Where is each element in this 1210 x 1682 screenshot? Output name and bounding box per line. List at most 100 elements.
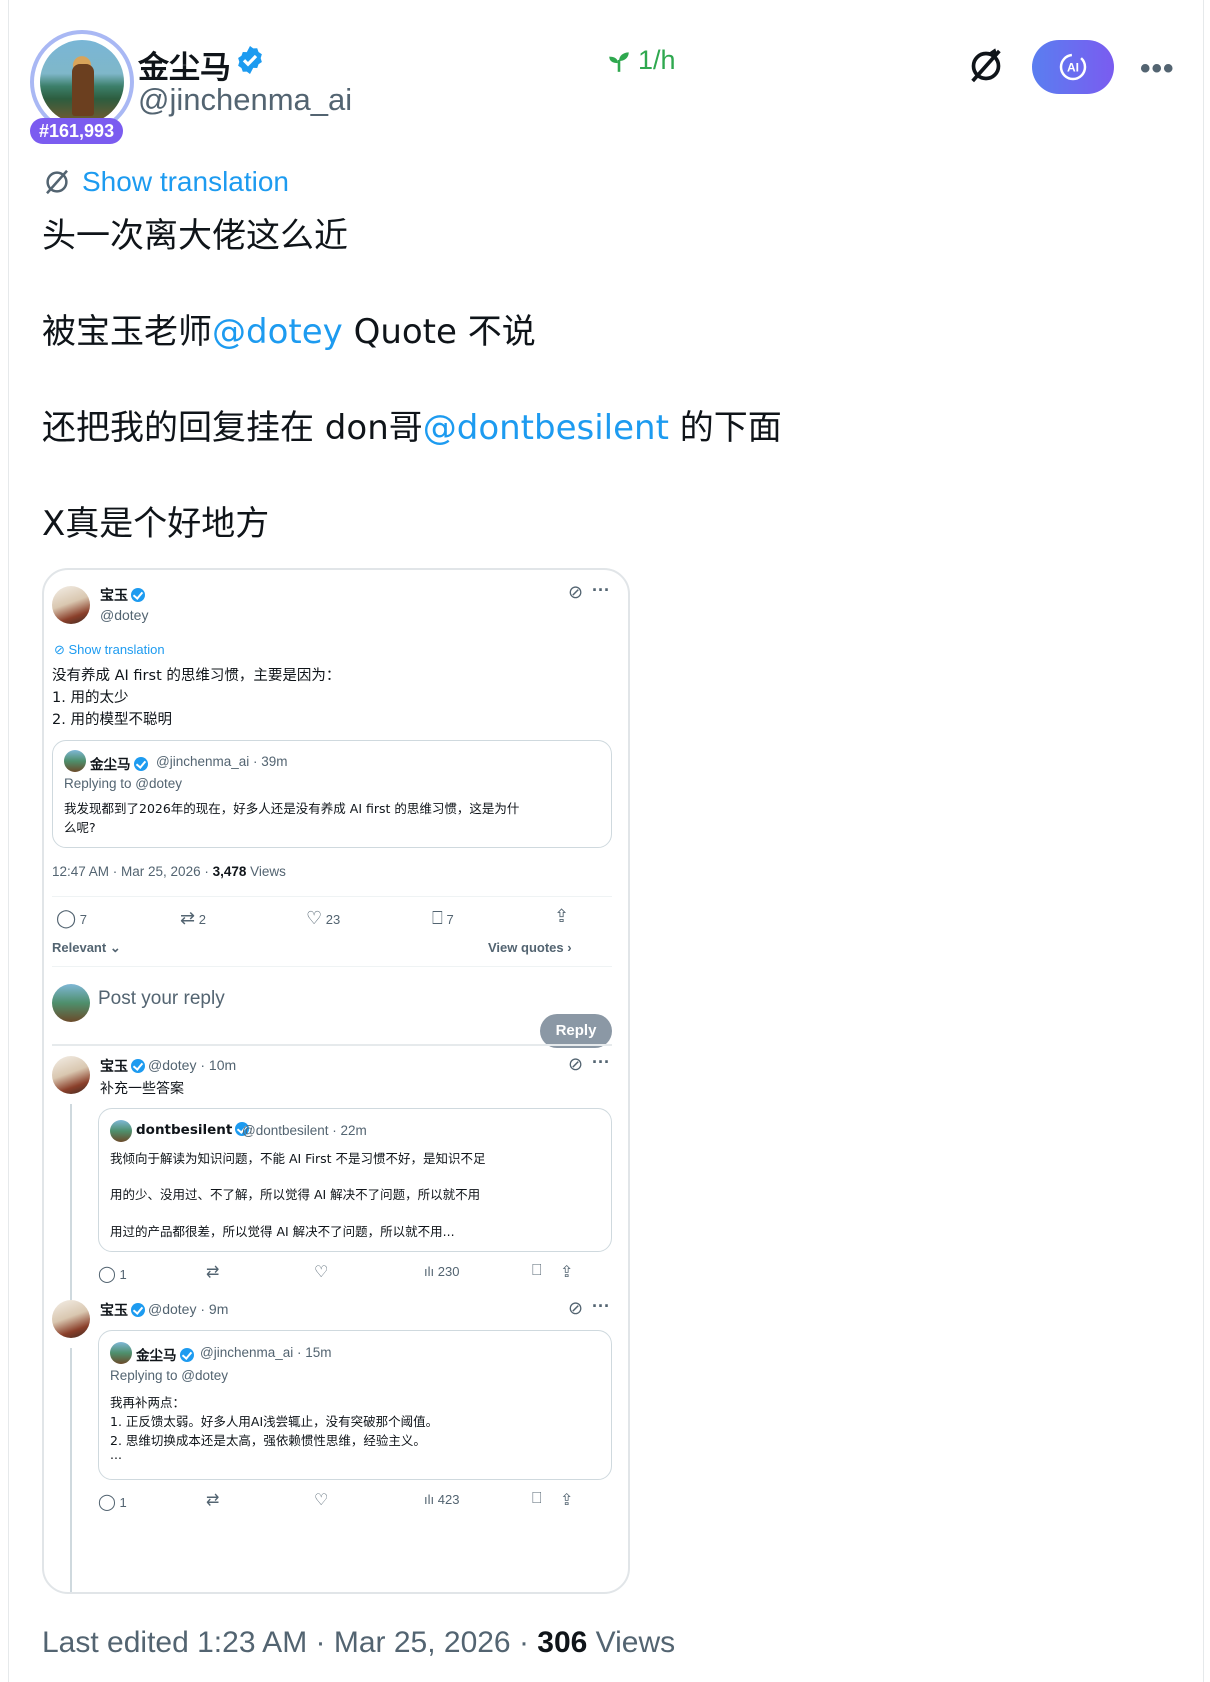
reply-stat: ◯ 1: [98, 1494, 127, 1511]
translate-icon: ⊘: [568, 1054, 584, 1074]
post-line-3: 还把我的回复挂在 don哥@dontbesilent 的下面: [42, 400, 782, 449]
views-stat: ılı 423: [424, 1492, 460, 1507]
verified-icon: [131, 1303, 145, 1317]
translate-icon: ⊘: [568, 582, 584, 602]
share-icon: ⇪: [560, 1264, 574, 1281]
reply-stat: ◯ 1: [98, 1266, 127, 1283]
translate-icon[interactable]: [966, 46, 1006, 86]
bookmark-icon: ⎕: [532, 1490, 542, 1507]
repost-icon: ⇄: [206, 1492, 220, 1509]
quote2-author-name: 金尘马: [136, 1344, 194, 1364]
thread-line: [70, 1348, 72, 1592]
thread-line: [70, 1104, 72, 1300]
more-options-icon: ···: [592, 1052, 610, 1072]
quoted-meta: @jinchenma_ai · 39m: [156, 754, 288, 769]
divider: [52, 896, 612, 897]
translate-icon: [46, 169, 68, 195]
rank-badge: #161,993: [30, 118, 124, 144]
more-options-icon: ···: [592, 1296, 610, 1316]
views-stat: ılı 230: [424, 1264, 460, 1279]
post-rate: 1/h: [606, 45, 676, 76]
post-footer: Last edited 1:23 AM · Mar 25, 2026 · 306…: [42, 1626, 675, 1660]
mention-dotey[interactable]: @dotey: [212, 312, 343, 352]
like-icon: ♡: [314, 1264, 329, 1281]
avatar: [52, 984, 90, 1022]
attached-screenshot[interactable]: 宝玉 @dotey ⊘ ··· ⊘ Show translation 没有养成 …: [42, 568, 630, 1594]
reply1-meta: @dotey · 10m: [148, 1057, 237, 1073]
quote1-meta: @dontbesilent · 22m: [242, 1123, 367, 1138]
ai-icon: AI: [1059, 53, 1087, 81]
views-count: 306: [537, 1626, 588, 1659]
view-quotes-link: View quotes ›: [488, 940, 572, 955]
quote1-author-name: dontbesilent: [136, 1122, 250, 1138]
reply-placeholder: Post your reply: [98, 988, 225, 1009]
quoted-author-name: 金尘马: [90, 753, 148, 773]
bookmark-icon: ⎕: [532, 1262, 542, 1279]
mention-dontbesilent[interactable]: @dontbesilent: [423, 408, 669, 448]
avatar: [110, 1120, 132, 1142]
more-options-icon[interactable]: •••: [1140, 52, 1175, 86]
svg-text:AI: AI: [1067, 61, 1079, 75]
share-icon: ⇪: [554, 906, 570, 926]
like-icon: ♡: [314, 1492, 329, 1509]
quote1-text-3: 用过的产品都很差，所以觉得 AI 解决不了问题，所以就不用...: [110, 1224, 455, 1239]
post-line-1: 头一次离大佬这么近: [42, 216, 348, 256]
show-translation-link: ⊘ Show translation: [54, 642, 165, 657]
show-translation-label: Show translation: [82, 166, 290, 197]
repost-icon: ⇄: [206, 1264, 220, 1281]
reply2-meta: @dotey · 9m: [148, 1301, 229, 1317]
post-text: 的下面: [668, 408, 782, 448]
share-icon: ⇪: [560, 1492, 574, 1509]
quoted-replying: Replying to @dotey: [64, 776, 183, 791]
post-text: Quote 不说: [342, 312, 536, 352]
repost-stat: ⇄ 2: [180, 908, 206, 928]
screenshot-text-3: 2. 用的模型不聪明: [52, 712, 172, 728]
rate-text: 1/h: [638, 45, 676, 75]
quoted-text-2: 么呢?: [64, 820, 96, 835]
quote2-text-2: 1. 正反馈太弱。好多人用AI浅尝辄止，没有突破那个阈值。: [110, 1414, 439, 1429]
handle[interactable]: @jinchenma_ai: [138, 82, 352, 118]
reply1-text: 补充一些答案: [100, 1081, 184, 1097]
reply2-author-name: 宝玉: [100, 1300, 145, 1320]
verified-icon: [131, 1059, 145, 1073]
verified-icon: [179, 1348, 194, 1362]
like-stat: ♡ 23: [306, 908, 341, 928]
avatar: [110, 1342, 132, 1364]
screenshot-text-2: 1. 用的太少: [52, 690, 129, 706]
views-label: Views: [587, 1626, 676, 1659]
quote1-text-2: 用的少、没用过、不了解，所以觉得 AI 解决不了问题，所以就不用: [110, 1187, 481, 1202]
avatar[interactable]: [40, 40, 124, 124]
ai-button[interactable]: AI: [1032, 40, 1114, 94]
avatar: [52, 1300, 90, 1338]
screenshot-author-handle: @dotey: [100, 607, 149, 623]
quoted-text-1: 我发现都到了2026年的现在，好多人还是没有养成 AI first 的思维习惯，…: [64, 801, 520, 816]
bookmark-stat: ⎕ 7: [432, 908, 454, 928]
quote1-text-1: 我倾向于解读为知识问题，不能 AI First 不是习惯不好，是知识不足: [110, 1151, 486, 1166]
divider: [52, 1044, 612, 1046]
translate-icon: ⊘: [568, 1298, 584, 1318]
post-line-4: X真是个好地方: [42, 504, 270, 544]
divider: [52, 966, 612, 967]
post-text: 还把我的回复挂在 don哥: [42, 408, 423, 448]
quote2-text-1: 我再补两点：: [110, 1395, 186, 1410]
screenshot-timestamp: 12:47 AM · Mar 25, 2026 · 3,478 Views: [52, 864, 286, 879]
quote2-text-3: 2. 思维切换成本还是太高，强依赖惯性思维，经验主义。: [110, 1433, 426, 1448]
quote2-text-4: ...: [110, 1447, 122, 1462]
display-name[interactable]: 金尘马: [138, 42, 231, 87]
reply1-author-name: 宝玉: [100, 1056, 145, 1076]
post-text: 被宝玉老师: [42, 312, 212, 352]
sprout-icon: [609, 51, 629, 72]
avatar: [52, 586, 90, 624]
verified-icon: [238, 46, 262, 74]
show-translation-link[interactable]: Show translation: [42, 166, 289, 198]
avatar: [52, 1056, 90, 1094]
edited-timestamp[interactable]: Last edited 1:23 AM · Mar 25, 2026 ·: [42, 1626, 537, 1659]
screenshot-author-name: 宝玉: [100, 585, 145, 605]
reply-button: Reply: [540, 1014, 612, 1048]
relevant-sort: Relevant ⌄: [52, 940, 121, 955]
screenshot-text-1: 没有养成 AI first 的思维习惯，主要是因为：: [52, 668, 341, 684]
more-options-icon: ···: [592, 580, 610, 600]
verified-icon: [133, 757, 148, 771]
quote2-replying: Replying to @dotey: [110, 1368, 229, 1383]
reply-stat: ◯ 7: [56, 908, 88, 928]
